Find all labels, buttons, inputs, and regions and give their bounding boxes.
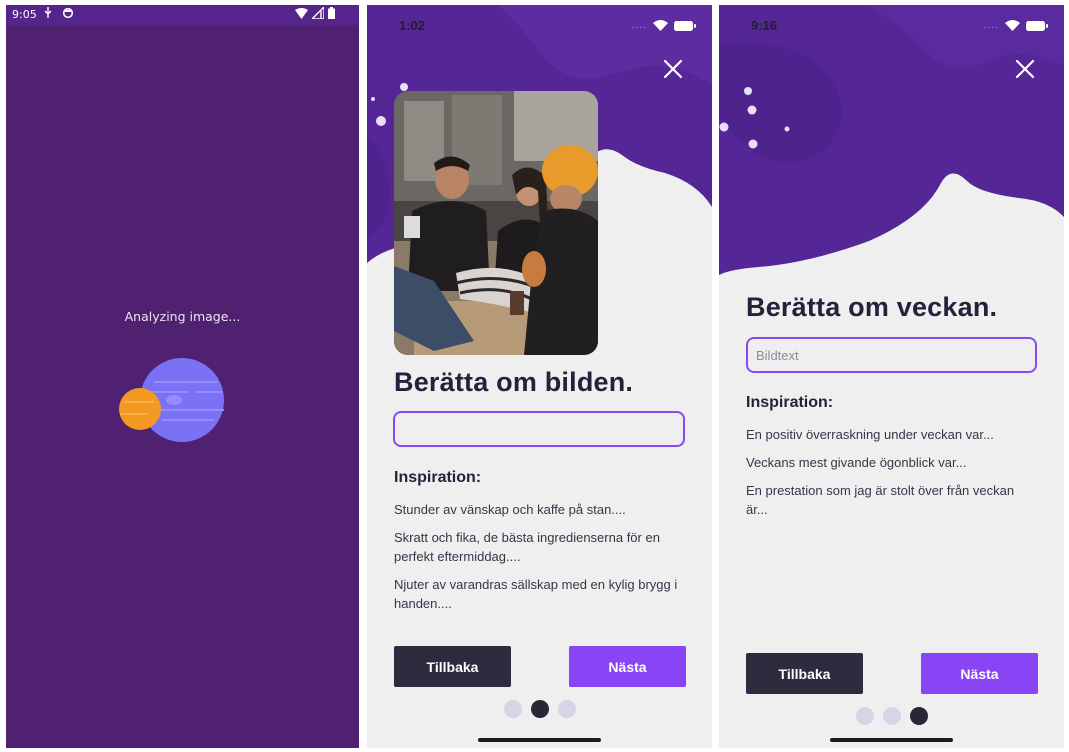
- page-dot[interactable]: [504, 700, 522, 718]
- inspiration-item: En prestation som jag är stolt över från…: [746, 483, 1015, 517]
- status-time: 9:16: [751, 18, 778, 33]
- home-indicator[interactable]: [830, 738, 953, 742]
- page-dot-active[interactable]: [910, 707, 928, 725]
- inspiration-title: Inspiration:: [394, 469, 482, 486]
- inspiration-item: Njuter av varandras sällskap med en kyli…: [394, 577, 678, 611]
- battery-icon: [674, 20, 696, 31]
- describe-image-screen: 1:02 .... Berätta om bilden. Inspiration…: [367, 5, 712, 748]
- inspiration-item: Skratt och fika, de bästa ingredienserna…: [394, 530, 660, 564]
- page-indicator: [504, 700, 576, 718]
- page-dot[interactable]: [856, 707, 874, 725]
- analyzing-screen: 9:05 Analyzing image...: [6, 5, 359, 748]
- status-bar: 9:05: [6, 5, 359, 25]
- wifi-icon: [1005, 20, 1020, 31]
- inspiration-item: En positiv överraskning under veckan var…: [746, 427, 994, 442]
- caption-input[interactable]: [746, 337, 1037, 373]
- next-button[interactable]: Nästa: [569, 646, 686, 687]
- close-icon[interactable]: [663, 59, 683, 79]
- next-button[interactable]: Nästa: [921, 653, 1038, 694]
- back-button[interactable]: Tillbaka: [394, 646, 511, 687]
- wave-background: [719, 5, 1064, 275]
- sync-icon: [62, 7, 74, 19]
- status-time: 9:05: [12, 8, 37, 21]
- wifi-icon: [653, 20, 668, 31]
- analyzing-label: Analyzing image...: [124, 309, 241, 324]
- battery-icon: [328, 7, 335, 19]
- wifi-icon: [295, 7, 308, 19]
- caption-input[interactable]: [393, 411, 685, 447]
- inspiration-item: Veckans mest givande ögonblick var...: [746, 455, 967, 470]
- close-icon[interactable]: [1015, 59, 1035, 79]
- status-bar: 9:16 ....: [719, 5, 1064, 45]
- inspiration-item: Stunder av vänskap och kaffe på stan....: [394, 502, 626, 517]
- signal-icon: ....: [631, 20, 647, 31]
- describe-week-screen: 9:16 .... Berätta om veckan. Inspiration…: [719, 5, 1064, 748]
- planet-icon: [119, 358, 224, 442]
- page-indicator: [856, 707, 928, 725]
- home-indicator[interactable]: [478, 738, 601, 742]
- page-title: Berätta om bilden.: [394, 367, 634, 397]
- page-dot[interactable]: [883, 707, 901, 725]
- photo: [394, 91, 598, 355]
- inspiration-title: Inspiration:: [746, 394, 834, 411]
- page-dot-active[interactable]: [531, 700, 549, 718]
- page-dot[interactable]: [558, 700, 576, 718]
- back-button[interactable]: Tillbaka: [746, 653, 863, 694]
- battery-icon: [1026, 20, 1048, 31]
- status-time: 1:02: [399, 18, 426, 33]
- page-title: Berätta om veckan.: [746, 292, 998, 322]
- signal-icon: ....: [983, 20, 999, 31]
- usb-icon: [44, 7, 52, 18]
- signal-icon: [312, 7, 324, 19]
- photo-image: [394, 91, 598, 355]
- status-bar: 1:02 ....: [367, 5, 712, 45]
